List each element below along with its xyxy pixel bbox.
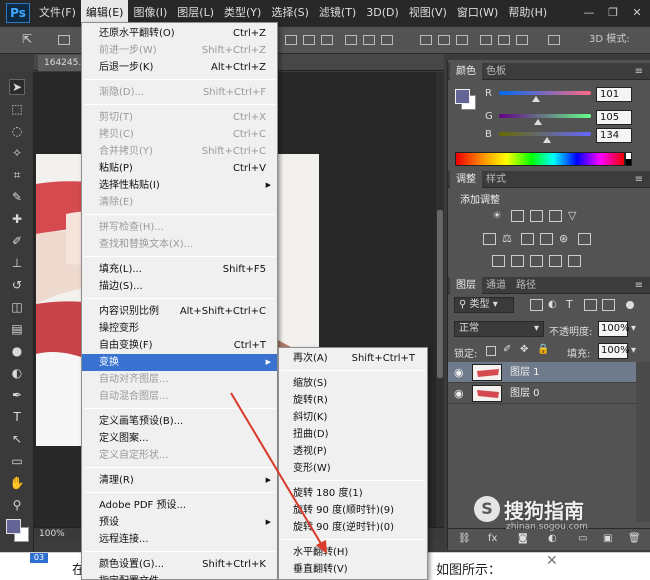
arrow-line (230, 392, 324, 548)
arrow-head (316, 540, 327, 554)
annotation-arrow (230, 392, 327, 554)
